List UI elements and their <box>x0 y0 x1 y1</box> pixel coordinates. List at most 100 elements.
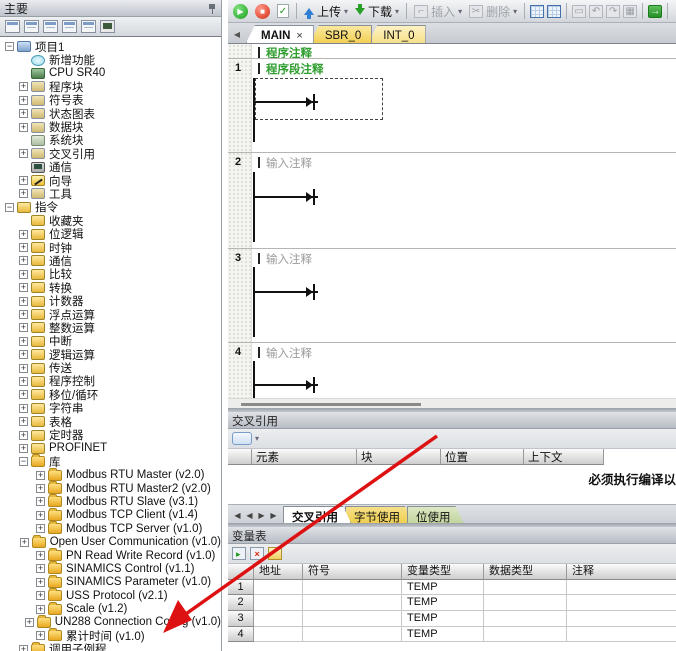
tree-item[interactable]: 收藏夹 <box>3 214 221 227</box>
tree-expander-icon[interactable] <box>19 256 28 265</box>
tree-item[interactable]: SINAMICS Parameter (v1.0) <box>3 576 221 589</box>
tree-expander-icon[interactable] <box>19 283 28 292</box>
data-type-cell[interactable] <box>484 627 567 643</box>
ladder-wire[interactable] <box>253 196 318 198</box>
tree-expander-icon[interactable] <box>19 337 28 346</box>
network-4[interactable]: 4 输入注释 <box>228 342 676 398</box>
tree-item[interactable]: 程序控制 <box>3 375 221 388</box>
address-cell[interactable] <box>254 580 303 596</box>
ladder-wire[interactable] <box>253 384 318 386</box>
component-view-icon[interactable] <box>5 20 20 33</box>
upload-button[interactable]: 上传 ▾ <box>302 2 350 21</box>
tree-item[interactable]: 通信 <box>3 161 221 174</box>
tree-expander-icon[interactable] <box>36 564 45 573</box>
tree-expander-icon[interactable] <box>36 511 45 520</box>
tree-expander-icon[interactable] <box>36 578 45 587</box>
tree-expander-icon[interactable] <box>19 297 28 306</box>
tree-expander-icon[interactable] <box>19 96 28 105</box>
tab-cross-reference[interactable]: 交叉引用 <box>283 506 351 523</box>
tree-expander-icon[interactable] <box>19 377 28 386</box>
var-type-cell[interactable]: TEMP <box>402 627 484 643</box>
tree-expander-icon[interactable] <box>19 176 28 185</box>
tree-expander-icon[interactable] <box>19 404 28 413</box>
tree-item[interactable]: 逻辑运算 <box>3 348 221 361</box>
tab-byte-usage[interactable]: 字节使用 <box>345 506 413 523</box>
tree-item[interactable]: PN Read Write Record (v1.0) <box>3 549 221 562</box>
tree-item[interactable]: 转换 <box>3 281 221 294</box>
data-block-view-icon[interactable] <box>81 20 96 33</box>
tree-item[interactable]: 计数器 <box>3 294 221 307</box>
tree-expander-icon[interactable] <box>19 189 28 198</box>
stop-button[interactable]: ■ <box>253 3 272 20</box>
upload-dropdown-icon[interactable]: ▾ <box>344 7 348 16</box>
var-type-cell[interactable]: TEMP <box>402 580 484 596</box>
box-tool-icon[interactable]: ▭ <box>572 5 586 18</box>
tree-item[interactable]: Modbus TCP Client (v1.4) <box>3 509 221 522</box>
tree-expander-icon[interactable] <box>19 243 28 252</box>
row-number[interactable]: 2 <box>228 595 254 611</box>
tree-expander-icon[interactable] <box>19 270 28 279</box>
tree-expander-icon[interactable] <box>36 484 45 493</box>
tree-item[interactable]: 位逻辑 <box>3 227 221 240</box>
data-type-cell[interactable] <box>484 611 567 627</box>
network-1[interactable]: 1 程序段注释 <box>228 58 676 152</box>
column-header[interactable]: 块 <box>357 449 441 465</box>
row-number[interactable]: 1 <box>228 580 254 596</box>
tree-item[interactable]: USS Protocol (v2.1) <box>3 589 221 602</box>
tree-expander-icon[interactable] <box>25 618 34 627</box>
var-type-cell[interactable]: TEMP <box>402 611 484 627</box>
tab-main[interactable]: MAIN × <box>246 25 314 43</box>
var-type-cell[interactable]: TEMP <box>402 595 484 611</box>
tree-expander-icon[interactable] <box>36 497 45 506</box>
tree-item[interactable]: Scale (v1.2) <box>3 602 221 615</box>
tree-item[interactable]: 新增功能 <box>3 53 221 66</box>
symbol-cell[interactable] <box>303 595 402 611</box>
tree-item[interactable]: 符号表 <box>3 94 221 107</box>
tree-item[interactable]: 程序块 <box>3 80 221 93</box>
column-header[interactable]: 数据类型 <box>484 564 567 580</box>
tree-item[interactable]: 工具 <box>3 187 221 200</box>
tree-item[interactable]: 定时器 <box>3 428 221 441</box>
tab-sbr0[interactable]: SBR_0 <box>310 25 372 43</box>
network-2[interactable]: 2 输入注释 <box>228 152 676 248</box>
tree-item[interactable]: 表格 <box>3 415 221 428</box>
delete-dropdown-icon[interactable]: ▾ <box>513 7 517 16</box>
tree-expander-icon[interactable] <box>19 109 28 118</box>
symbol-cell[interactable] <box>303 611 402 627</box>
pou-grid-icon[interactable] <box>530 5 544 18</box>
insert-dropdown-icon[interactable]: ▾ <box>458 7 462 16</box>
comment-cell[interactable] <box>567 580 676 596</box>
column-header[interactable]: 上下文 <box>524 449 604 465</box>
filter-button[interactable] <box>232 432 252 445</box>
tree-item[interactable]: 状态图表 <box>3 107 221 120</box>
tree-expander-icon[interactable] <box>20 538 29 547</box>
tree-expander-icon[interactable] <box>19 230 28 239</box>
tree-expander-icon[interactable] <box>36 551 45 560</box>
symbol-table-view-icon[interactable] <box>43 20 58 33</box>
tree-item[interactable]: 整数运算 <box>3 321 221 334</box>
horizontal-scrollbar[interactable] <box>228 398 676 408</box>
tree-expander-icon[interactable] <box>5 42 14 51</box>
tree-expander-icon[interactable] <box>19 417 28 426</box>
tree-expander-icon[interactable] <box>19 310 28 319</box>
tree-item[interactable]: 指令 <box>3 201 221 214</box>
redo-icon[interactable]: ↷ <box>606 5 620 18</box>
network-comment[interactable]: 输入注释 <box>258 251 312 267</box>
symbol-cell[interactable] <box>303 580 402 596</box>
row-number[interactable]: 3 <box>228 611 254 627</box>
run-button[interactable]: ▶ <box>231 3 250 20</box>
ladder-editor[interactable]: 程序注释 1 程序段注释 2 输入注释 3 输入注释 4 输入注释 <box>228 44 676 408</box>
download-button[interactable]: 下载 ▾ <box>353 2 401 21</box>
network-comment[interactable]: 程序段注释 <box>258 61 324 77</box>
address-cell[interactable] <box>254 611 303 627</box>
tree-item[interactable]: 比较 <box>3 268 221 281</box>
undo-icon[interactable]: ↶ <box>589 5 603 18</box>
symbol-cell[interactable] <box>303 627 402 643</box>
column-header[interactable]: 符号 <box>303 564 402 580</box>
tree-expander-icon[interactable] <box>36 471 45 480</box>
tree-item[interactable]: Modbus RTU Master (v2.0) <box>3 469 221 482</box>
tree-expander-icon[interactable] <box>19 82 28 91</box>
tree-item[interactable]: Modbus RTU Master2 (v2.0) <box>3 482 221 495</box>
network-comment[interactable]: 输入注释 <box>258 155 312 171</box>
goto-icon[interactable]: → <box>648 5 662 18</box>
